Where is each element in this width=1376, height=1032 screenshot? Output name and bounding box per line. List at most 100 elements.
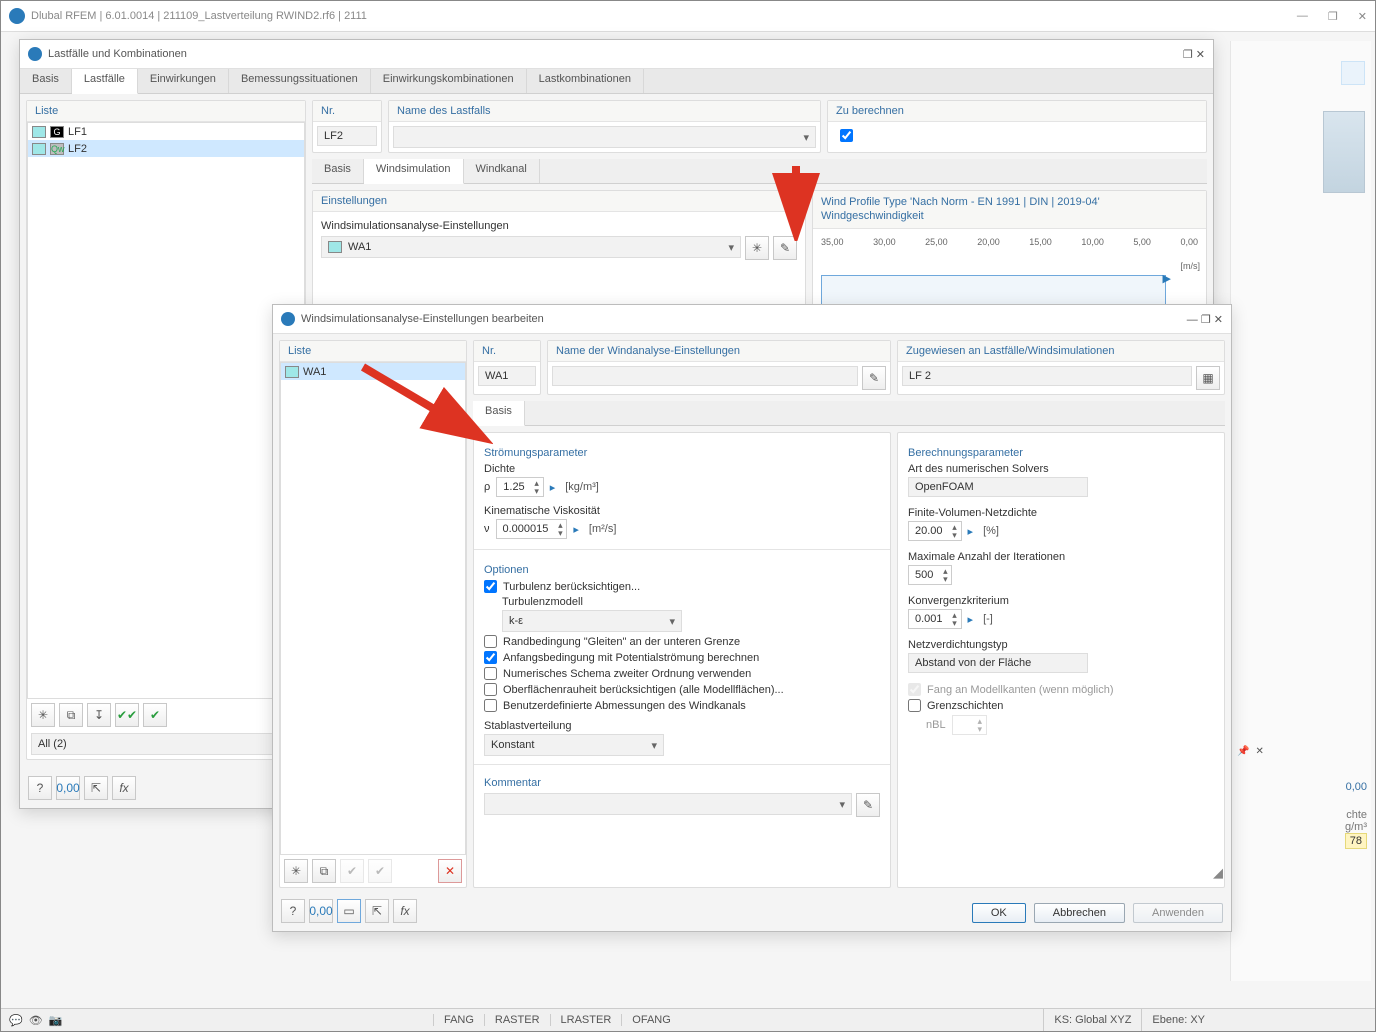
bl-checkbox[interactable] xyxy=(908,699,921,712)
restore-button[interactable]: ❐ xyxy=(1328,10,1338,23)
eye-icon[interactable]: 👁 xyxy=(29,1014,43,1027)
nr-field[interactable]: LF2 xyxy=(317,126,377,146)
lc-restore-button[interactable]: ❐ xyxy=(1183,49,1193,61)
new-settings-icon[interactable]: ✳ xyxy=(745,236,769,260)
lc-close-button[interactable]: ✕ xyxy=(1196,49,1205,61)
check-icon[interactable]: ✔✔ xyxy=(115,703,139,727)
ws-liste-listbox[interactable]: WA1 xyxy=(280,362,466,855)
ws-tab-basis[interactable]: Basis xyxy=(473,401,525,426)
tick: 15,00 xyxy=(1029,237,1052,247)
name-dropdown[interactable] xyxy=(393,126,816,148)
new-icon[interactable]: ✳ xyxy=(31,703,55,727)
ws-name-field[interactable] xyxy=(552,366,858,386)
tab-einwirkungen[interactable]: Einwirkungen xyxy=(138,69,229,93)
mesh-input[interactable]: 20.00▴▾ xyxy=(908,521,962,541)
conv-unit: [-] xyxy=(983,613,993,625)
liste-panel: Liste G LF1 Qw LF2 ✳ ⧉ ↧ ✔✔ ✔ All (2) xyxy=(26,100,306,760)
status-fang[interactable]: FANG xyxy=(433,1014,484,1026)
status-ofang[interactable]: OFANG xyxy=(621,1014,681,1026)
units-icon[interactable]: 0,00 xyxy=(56,776,80,800)
delete-icon[interactable]: ✕ xyxy=(438,859,462,883)
stab-label: Stablastverteilung xyxy=(484,720,880,732)
tab-detail-windkanal[interactable]: Windkanal xyxy=(464,159,540,183)
list-item[interactable]: Qw LF2 xyxy=(28,140,304,157)
close-button[interactable]: ✕ xyxy=(1358,10,1367,23)
ok-button[interactable]: OK xyxy=(972,903,1026,923)
color-swatch xyxy=(285,366,299,378)
opt-user-label: Benutzerdefinierte Abmessungen des Windk… xyxy=(503,700,746,712)
ws-close-button[interactable]: ✕ xyxy=(1214,314,1223,326)
opt-slip-checkbox[interactable] xyxy=(484,635,497,648)
rho-input[interactable]: 1.25▴▾ xyxy=(496,477,543,497)
iter-input[interactable]: 500▴▾ xyxy=(908,565,952,585)
axes-icon[interactable]: ⇱ xyxy=(84,776,108,800)
axes-icon[interactable]: ⇱ xyxy=(365,899,389,923)
tab-detail-windsim[interactable]: Windsimulation xyxy=(364,159,464,184)
fx-icon[interactable]: fx xyxy=(393,899,417,923)
sort-icon[interactable]: ↧ xyxy=(87,703,111,727)
ws-minimize-button[interactable]: — xyxy=(1187,314,1198,326)
check2-icon[interactable]: ✔ xyxy=(143,703,167,727)
status-lraster[interactable]: LRASTER xyxy=(550,1014,622,1026)
cube-icon[interactable] xyxy=(1341,61,1365,85)
check2-icon: ✔ xyxy=(368,859,392,883)
units-icon[interactable]: 0,00 xyxy=(309,899,333,923)
opt-pot-checkbox[interactable] xyxy=(484,651,497,664)
calc-checkbox[interactable] xyxy=(840,129,853,142)
tab-bemessung[interactable]: Bemessungssituationen xyxy=(229,69,371,93)
edit-name-icon[interactable]: ✎ xyxy=(862,366,886,390)
tab-lastkomb[interactable]: Lastkombinationen xyxy=(527,69,644,93)
bl-n-input: ▴▾ xyxy=(952,715,987,735)
comment-dropdown[interactable] xyxy=(484,793,852,815)
help-icon[interactable]: ? xyxy=(28,776,52,800)
edit-settings-icon[interactable]: ✎ xyxy=(773,236,797,260)
tick: 25,00 xyxy=(925,237,948,247)
opt-num-checkbox[interactable] xyxy=(484,667,497,680)
cancel-button[interactable]: Abbrechen xyxy=(1034,903,1125,923)
liste-filter-dropdown[interactable]: All (2) xyxy=(31,733,301,755)
settings-dropdown[interactable]: WA1 xyxy=(321,236,741,258)
help-icon[interactable]: ? xyxy=(281,899,305,923)
tick: 10,00 xyxy=(1081,237,1104,247)
copy-icon[interactable]: ⧉ xyxy=(312,859,336,883)
dock-close-icon[interactable]: ✕ xyxy=(1255,746,1263,757)
nu-unit: [m²/s] xyxy=(589,523,617,535)
turb-model-dropdown[interactable]: k-ε xyxy=(502,610,682,632)
tab-basis[interactable]: Basis xyxy=(20,69,72,93)
view-icon[interactable]: ▭ xyxy=(337,899,361,923)
view-cube-icon[interactable] xyxy=(1323,111,1365,193)
comment-icon[interactable]: 💬 xyxy=(9,1014,23,1027)
rho-unit: [kg/m³] xyxy=(565,481,599,493)
ws-assign-field[interactable]: LF 2 xyxy=(902,366,1192,386)
windsettings-dialog: Windsimulationsanalyse-Einstellungen bea… xyxy=(272,304,1232,932)
opt-rough-checkbox[interactable] xyxy=(484,683,497,696)
opt-num-label: Numerisches Schema zweiter Ordnung verwe… xyxy=(503,668,751,680)
stab-dropdown[interactable]: Konstant xyxy=(484,734,664,756)
liste-listbox[interactable]: G LF1 Qw LF2 xyxy=(27,122,305,699)
list-item-label: LF2 xyxy=(68,143,87,155)
assign-list-icon[interactable]: ▦ xyxy=(1196,366,1220,390)
opt-turb-checkbox[interactable] xyxy=(484,580,497,593)
dock-pin-icon[interactable]: 📌 xyxy=(1237,746,1249,757)
ws-restore-button[interactable]: ❐ xyxy=(1201,314,1211,326)
opt-turb-label: Turbulenz berücksichtigen... xyxy=(503,581,640,593)
opt-user-checkbox[interactable] xyxy=(484,699,497,712)
minimize-button[interactable]: — xyxy=(1297,10,1308,23)
tab-detail-basis[interactable]: Basis xyxy=(312,159,364,183)
tab-einwirkkomb[interactable]: Einwirkungskombinationen xyxy=(371,69,527,93)
fx-icon[interactable]: fx xyxy=(112,776,136,800)
list-item[interactable]: G LF1 xyxy=(28,123,304,140)
opt-slip-label: Randbedingung "Gleiten" an der unteren G… xyxy=(503,636,740,648)
calcparam-header: Berechnungsparameter xyxy=(908,447,1214,459)
ws-nr-field[interactable]: WA1 xyxy=(478,366,536,386)
copy-icon[interactable]: ⧉ xyxy=(59,703,83,727)
nu-input[interactable]: 0.000015▴▾ xyxy=(496,519,568,539)
comment-edit-icon[interactable]: ✎ xyxy=(856,793,880,817)
check-icon: ✔ xyxy=(340,859,364,883)
list-item[interactable]: WA1 xyxy=(281,363,465,380)
camera-icon[interactable]: 📷 xyxy=(49,1014,63,1027)
status-raster[interactable]: RASTER xyxy=(484,1014,550,1026)
conv-input[interactable]: 0.001▴▾ xyxy=(908,609,962,629)
tab-lastfaelle[interactable]: Lastfälle xyxy=(72,69,138,94)
new-icon[interactable]: ✳ xyxy=(284,859,308,883)
